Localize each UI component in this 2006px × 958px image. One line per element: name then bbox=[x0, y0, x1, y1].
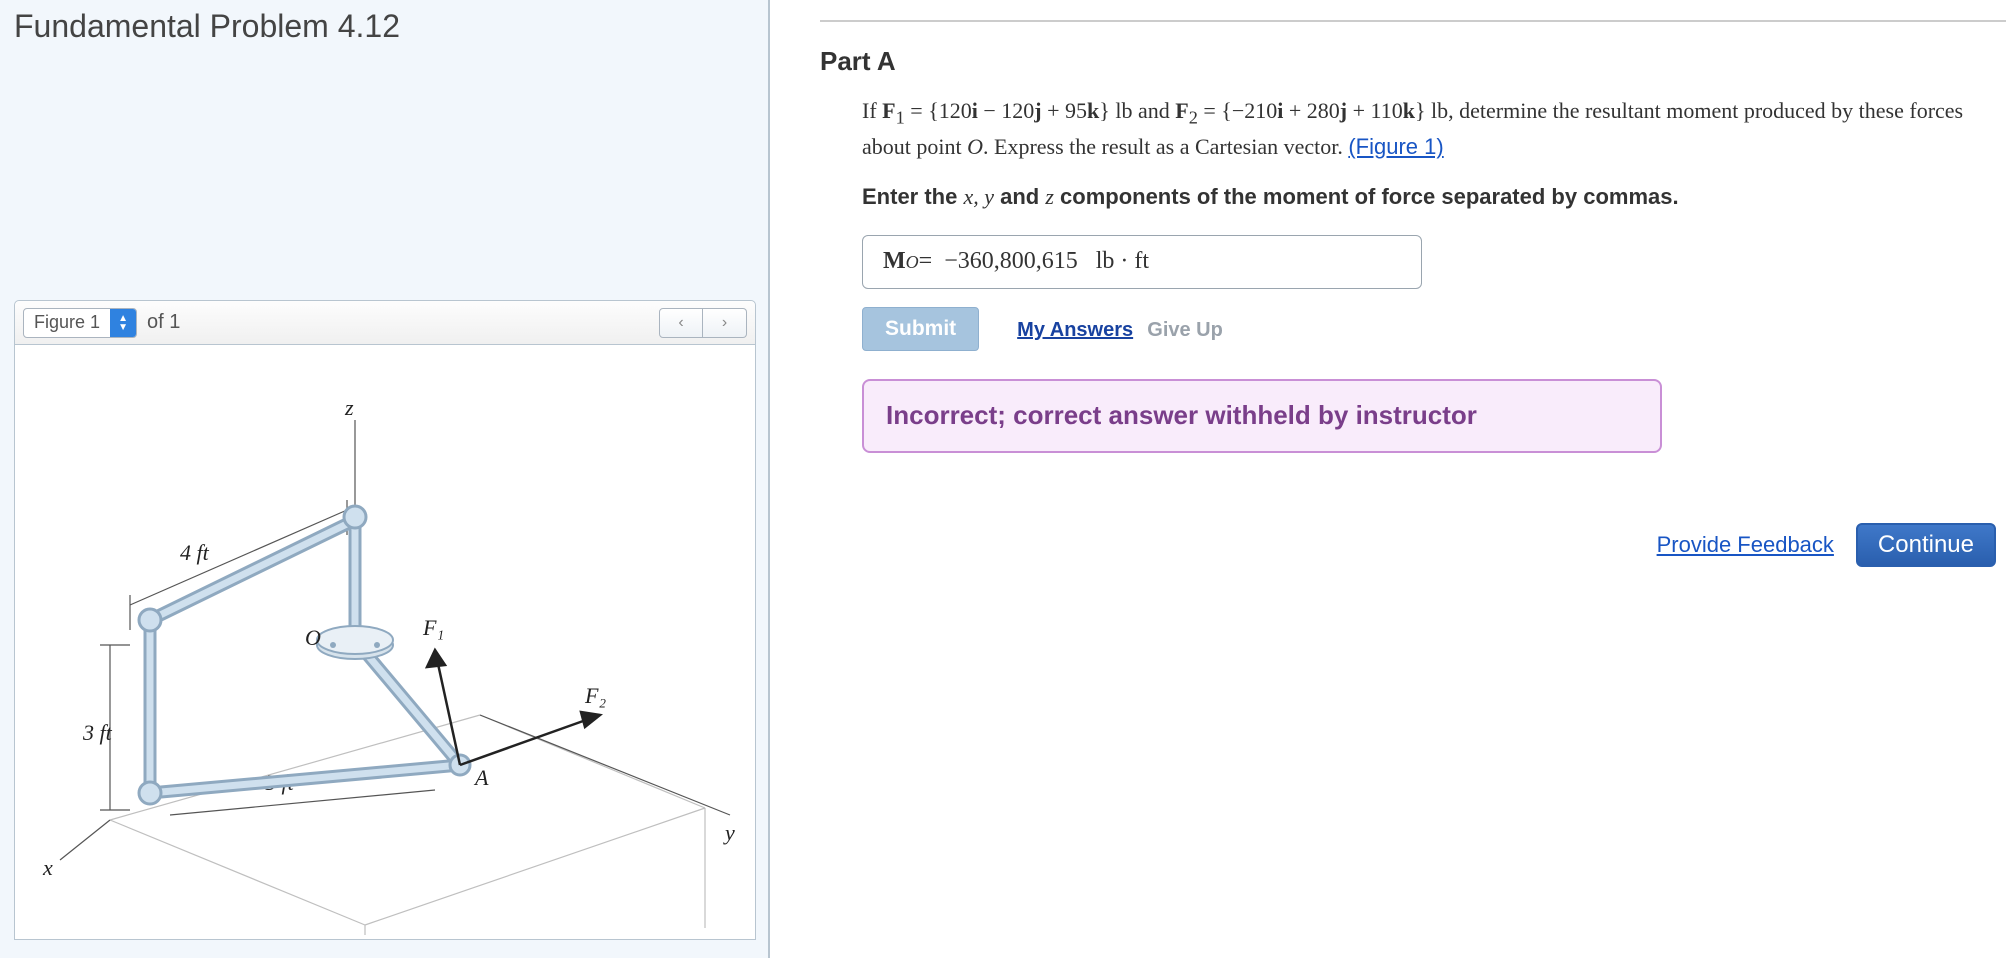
provide-feedback-link[interactable]: Provide Feedback bbox=[1657, 532, 1834, 558]
chevron-right-icon: › bbox=[722, 314, 727, 332]
dim-3ft: 3 ft bbox=[82, 720, 113, 745]
footer-row: Provide Feedback Continue bbox=[820, 523, 2006, 567]
button-row: Submit My Answers Give Up bbox=[862, 307, 2006, 351]
give-up-link[interactable]: Give Up bbox=[1147, 319, 1223, 341]
answer-symbol: M bbox=[883, 244, 906, 279]
part-heading: Part A bbox=[820, 46, 2006, 77]
figure-selector[interactable]: Figure 1 ▲▼ bbox=[23, 308, 137, 338]
force-F2-label: F₂ bbox=[584, 683, 606, 708]
chevron-left-icon: ‹ bbox=[678, 314, 683, 332]
figure-panel: Figure 1 ▲▼ of 1 ‹ › bbox=[14, 300, 756, 940]
point-O-label: O bbox=[305, 625, 321, 650]
enter-instruction: Enter the x, y and z components of the m… bbox=[862, 181, 2006, 213]
answer-subscript: O bbox=[906, 249, 919, 275]
right-panel: Part A If F1 = {120i − 120j + 95k} lb an… bbox=[820, 0, 2006, 958]
divider bbox=[820, 20, 2006, 22]
figure-svg: z y x 4 ft bbox=[15, 345, 757, 935]
force-F1-label: F₁ bbox=[422, 615, 444, 640]
figure-prev-button[interactable]: ‹ bbox=[659, 308, 703, 338]
continue-button[interactable]: Continue bbox=[1856, 523, 1996, 567]
answer-equals: = bbox=[919, 244, 933, 279]
axis-x-label: x bbox=[42, 855, 53, 880]
submit-button[interactable]: Submit bbox=[862, 307, 979, 351]
figure-next-button[interactable]: › bbox=[703, 308, 747, 338]
figure-selector-label: Figure 1 bbox=[24, 312, 110, 333]
figure-body: z y x 4 ft bbox=[15, 345, 755, 935]
my-answers-link[interactable]: My Answers bbox=[1017, 319, 1133, 341]
left-panel: Fundamental Problem 4.12 Figure 1 ▲▼ of … bbox=[0, 0, 770, 958]
point-A-label: A bbox=[473, 765, 489, 790]
answer-display[interactable]: MO = −360,800,615 lb · ft bbox=[862, 235, 1422, 289]
answer-units: lb · ft bbox=[1096, 244, 1149, 279]
figure-link[interactable]: (Figure 1) bbox=[1348, 134, 1443, 159]
updown-icon: ▲▼ bbox=[110, 309, 136, 337]
answer-value: −360,800,615 bbox=[944, 244, 1078, 279]
figure-header: Figure 1 ▲▼ of 1 ‹ › bbox=[15, 301, 755, 345]
prompt-block: If F1 = {120i − 120j + 95k} lb and F2 = … bbox=[862, 95, 2006, 453]
figure-count-label: of 1 bbox=[147, 311, 180, 334]
figure-nav: ‹ › bbox=[659, 308, 747, 338]
axis-y-label: y bbox=[723, 820, 735, 845]
problem-title: Fundamental Problem 4.12 bbox=[14, 8, 400, 45]
axis-z-label: z bbox=[344, 395, 354, 420]
feedback-message: Incorrect; correct answer withheld by in… bbox=[862, 379, 1662, 453]
dim-4ft: 4 ft bbox=[180, 540, 210, 565]
